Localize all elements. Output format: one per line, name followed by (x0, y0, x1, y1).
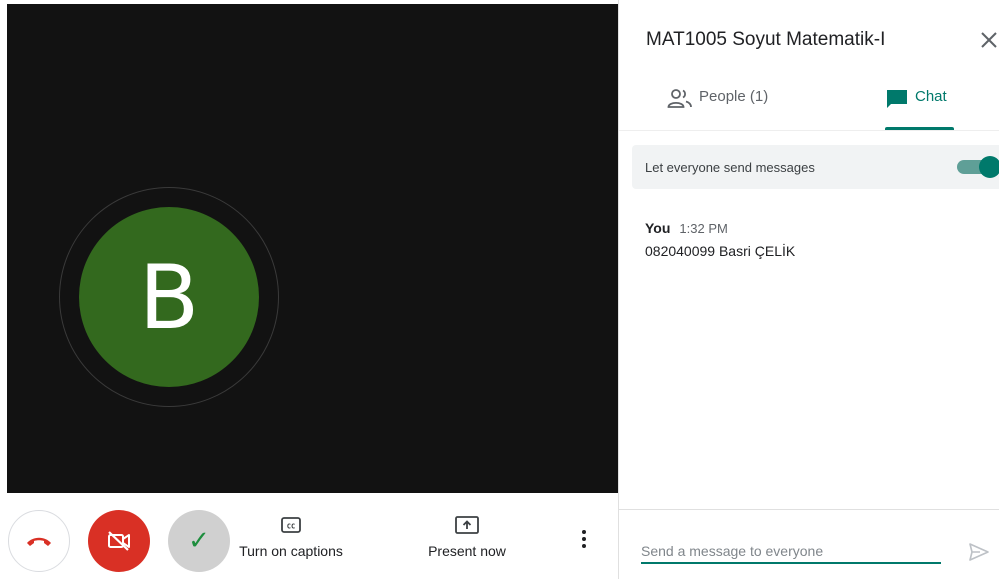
message-sender: You (645, 220, 671, 236)
phone-hangup-icon (27, 537, 51, 546)
chat-message: You 1:32 PM 082040099 Basri ÇELİK (645, 220, 795, 259)
captions-label: Turn on captions (239, 543, 343, 559)
closed-captions-icon: CC (281, 517, 301, 533)
participant-avatar: B (79, 207, 259, 387)
chat-panel: MAT1005 Soyut Matematik-I People (1) Cha… (619, 0, 999, 579)
send-icon (969, 543, 989, 561)
message-time: 1:32 PM (679, 221, 728, 236)
chat-icon (887, 90, 907, 108)
close-panel-button[interactable] (978, 29, 999, 51)
more-vertical-icon (582, 530, 586, 548)
tab-chat-label: Chat (915, 88, 947, 105)
send-button[interactable] (967, 540, 991, 564)
tab-chat[interactable]: Chat (885, 88, 947, 130)
camera-off-icon (108, 531, 130, 551)
hangup-button[interactable] (8, 510, 70, 572)
allow-messages-setting: Let everyone send messages (632, 145, 999, 189)
check-icon: ✓ (188, 526, 210, 556)
more-options-button[interactable] (572, 527, 596, 551)
present-now-button[interactable]: Present now (414, 515, 520, 559)
tabs-divider (619, 130, 999, 131)
camera-toggle-button[interactable] (88, 510, 150, 572)
tab-people-label: People (1) (699, 88, 769, 105)
meeting-title: MAT1005 Soyut Matematik-I (646, 29, 886, 50)
captions-button[interactable]: CC Turn on captions (232, 515, 350, 559)
close-icon (981, 32, 997, 48)
message-input[interactable] (641, 540, 941, 564)
ready-check-button[interactable]: ✓ (168, 510, 230, 572)
call-controls-bar: ✓ CC Turn on captions Present now (0, 493, 618, 579)
allow-messages-label: Let everyone send messages (645, 159, 815, 175)
compose-divider (619, 509, 999, 510)
svg-text:CC: CC (287, 523, 295, 531)
video-stage: B (7, 4, 618, 493)
people-icon (667, 89, 692, 108)
message-text: 082040099 Basri ÇELİK (645, 243, 796, 259)
present-screen-icon (455, 516, 479, 534)
toggle-knob (979, 156, 999, 178)
allow-messages-toggle[interactable] (957, 156, 999, 178)
message-header: You 1:32 PM (645, 220, 795, 236)
present-label: Present now (428, 543, 506, 559)
tab-people[interactable]: People (1) (667, 88, 768, 130)
